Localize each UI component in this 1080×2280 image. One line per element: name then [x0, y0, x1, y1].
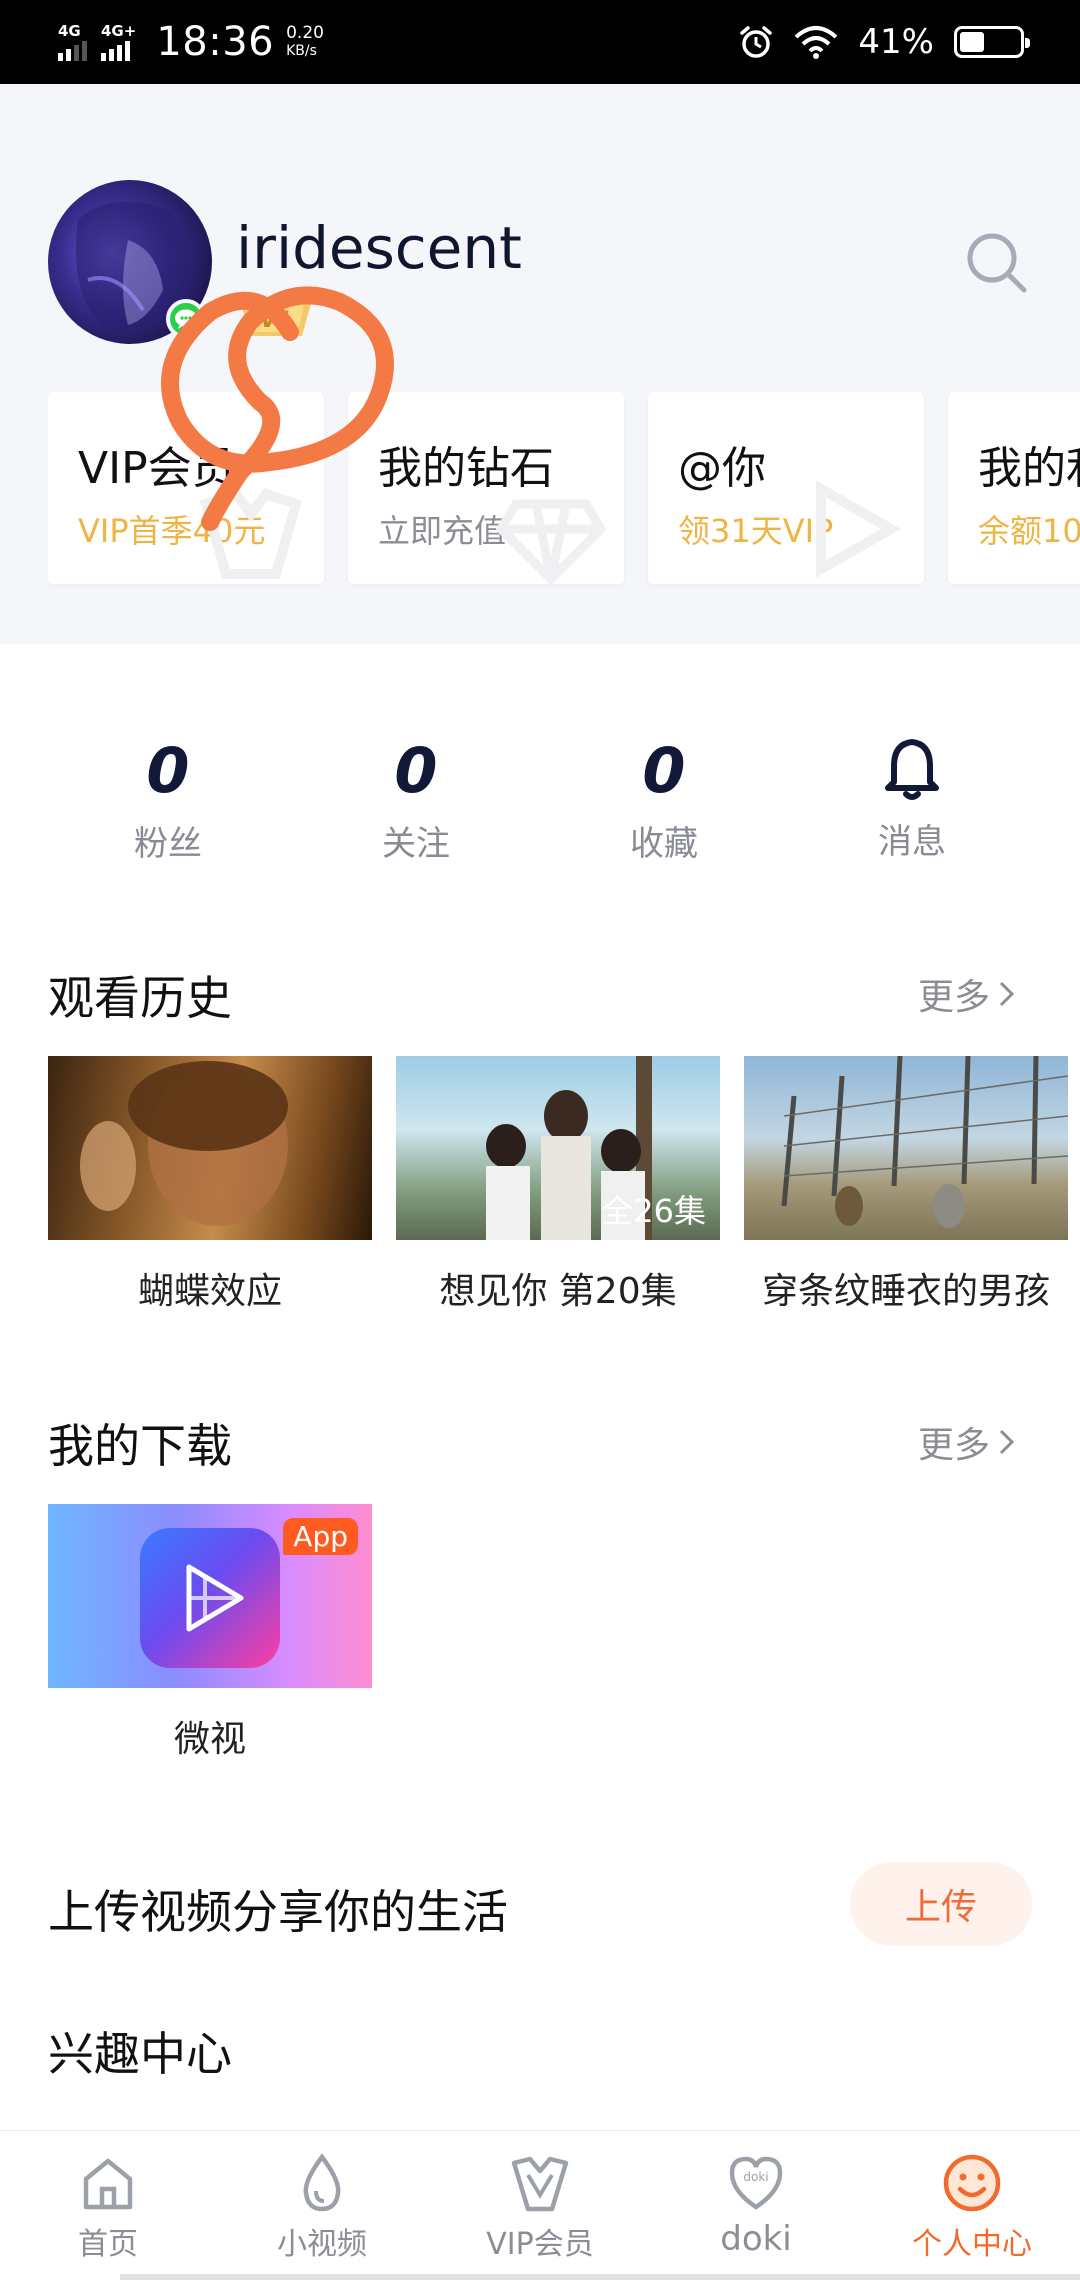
- home-icon: [83, 2158, 133, 2210]
- wechat-badge-icon: [166, 299, 206, 339]
- weishi-app-icon: [140, 1528, 280, 1668]
- history-item[interactable]: 蝴蝶效应: [48, 1056, 372, 1314]
- history-more-link[interactable]: 更多: [918, 968, 1016, 1020]
- chevron-right-icon: [999, 1429, 1015, 1455]
- droplet-icon: [303, 2153, 341, 2212]
- membership-cards: VIP会员 VIP首季40元 我的钻石 立即充值 @你 领31天VIP 我的利 …: [48, 392, 1080, 592]
- username[interactable]: iridescent: [236, 214, 522, 282]
- video-thumbnail: [48, 1056, 372, 1240]
- svg-text:V1: V1: [260, 308, 292, 333]
- app-tag-badge: App: [283, 1518, 358, 1555]
- interest-center-title: 兴趣中心: [48, 2027, 232, 2081]
- search-icon[interactable]: [964, 230, 1030, 296]
- gesture-bar: [120, 2274, 1080, 2280]
- battery-percent: 41%: [858, 22, 934, 62]
- stats-row: 0 粉丝 0 关注 0 收藏 消息: [0, 730, 1080, 880]
- video-thumbnail: [744, 1056, 1068, 1240]
- stat-followers[interactable]: 0 粉丝: [68, 730, 268, 865]
- episode-count-badge: 全26集: [601, 1192, 706, 1230]
- network-speed: 0.20 KB/s: [286, 23, 324, 59]
- chevron-right-icon: [999, 981, 1015, 1007]
- signal-indicator-2: 4G+: [101, 23, 136, 61]
- nav-profile[interactable]: 个人中心: [872, 2151, 1072, 2263]
- history-item[interactable]: 穿条纹睡衣的男孩: [744, 1056, 1068, 1314]
- battery-fill: [960, 32, 984, 52]
- signal-indicator-1: 4G: [58, 23, 87, 61]
- bell-icon: [885, 739, 939, 800]
- smiley-icon: [943, 2154, 1001, 2212]
- downloads-more-link[interactable]: 更多: [918, 1416, 1016, 1468]
- diamond-watermark-icon: [496, 499, 606, 584]
- app-thumbnail: App: [48, 1504, 372, 1688]
- status-bar: 4G 4G+ 18:36 0.20 KB/s 41%: [0, 0, 1080, 84]
- signal-bars-icon: [58, 39, 87, 61]
- card-diamond[interactable]: 我的钻石 立即充值: [348, 392, 624, 584]
- clock: 18:36: [156, 19, 275, 65]
- vip-crown-icon: [511, 2156, 569, 2212]
- bottom-nav: 首页 小视频 VIP会员 doki doki 个人中心: [0, 2130, 1080, 2280]
- wifi-icon: [795, 26, 838, 59]
- card-vip[interactable]: VIP会员 VIP首季40元: [48, 392, 324, 584]
- signal-bars-icon: [101, 39, 130, 61]
- card-benefits[interactable]: 我的利 余额10: [948, 392, 1080, 584]
- upload-button[interactable]: 上传: [850, 1862, 1032, 1946]
- alarm-icon: [740, 26, 773, 58]
- stat-favorites[interactable]: 0 收藏: [564, 730, 764, 865]
- video-thumbnail: 全26集: [396, 1056, 720, 1240]
- download-item[interactable]: App 微视: [48, 1504, 372, 1762]
- nav-home[interactable]: 首页: [8, 2151, 208, 2263]
- nav-vip[interactable]: VIP会员: [440, 2151, 640, 2263]
- svg-text:doki: doki: [743, 2170, 768, 2184]
- history-item[interactable]: 全26集 想见你 第20集: [396, 1056, 720, 1314]
- stat-following[interactable]: 0 关注: [316, 730, 516, 865]
- vip-level-badge-icon[interactable]: V1: [236, 294, 316, 340]
- upload-prompt: 上传视频分享你的生活: [48, 1885, 508, 1939]
- profile-header: iridescent V1 VIP会员 VIP首季40元 我的钻石 立即充值 @…: [0, 84, 1080, 644]
- history-title: 观看历史: [48, 971, 232, 1025]
- nav-doki[interactable]: doki doki: [656, 2151, 856, 2259]
- nav-short-video[interactable]: 小视频: [222, 2151, 422, 2263]
- crown-watermark-icon: [199, 488, 303, 579]
- battery-icon: [954, 26, 1030, 58]
- stat-messages[interactable]: 消息: [812, 730, 1012, 863]
- downloads-title: 我的下载: [48, 1419, 232, 1473]
- doki-heart-icon: doki: [729, 2156, 783, 2210]
- card-mention[interactable]: @你 领31天VIP: [648, 392, 924, 584]
- play-watermark-icon: [816, 480, 902, 578]
